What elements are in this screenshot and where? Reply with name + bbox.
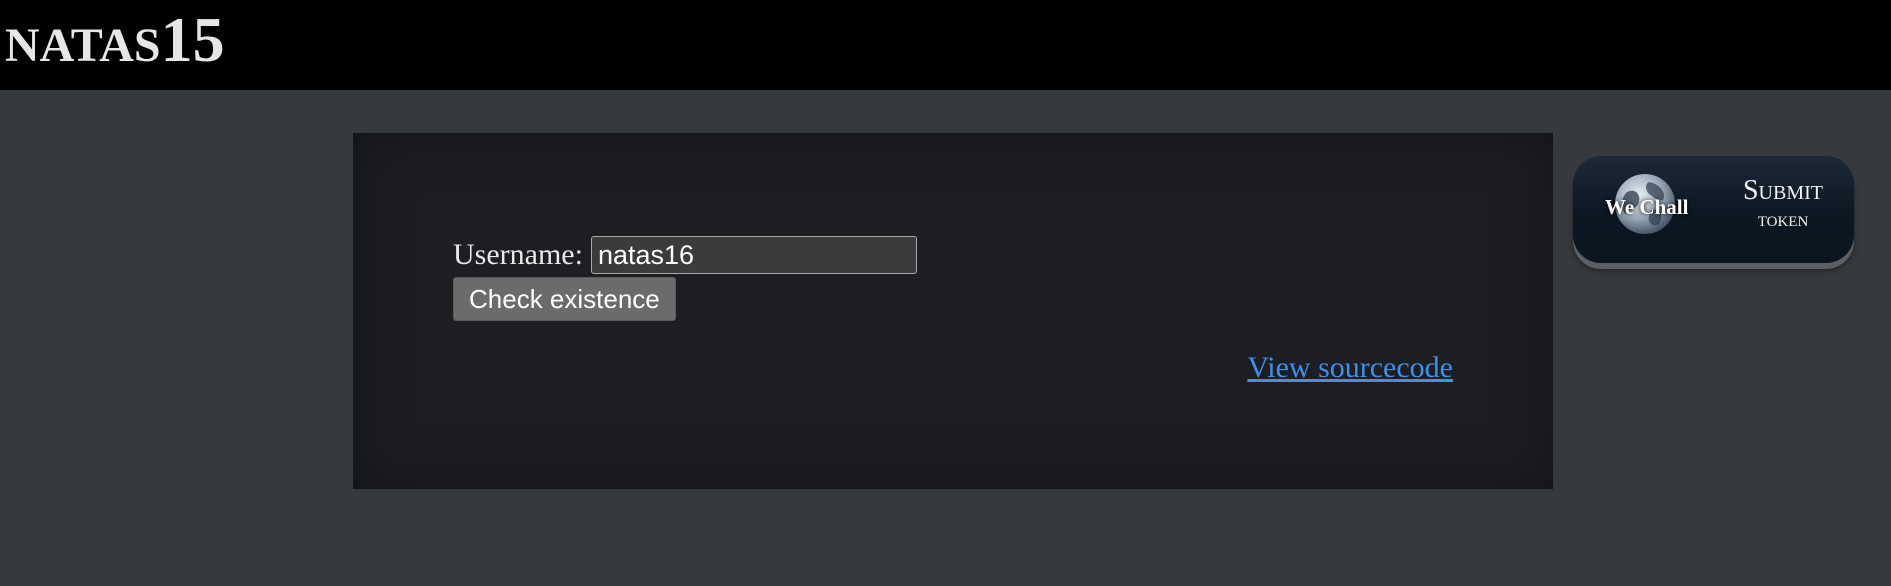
wechall-submit-token-button[interactable]: We Chall Submit token: [1573, 156, 1854, 263]
top-bar: NATAS15: [0, 0, 1891, 90]
submit-token-line1: Submit: [1742, 175, 1823, 206]
username-label: Username:: [453, 238, 583, 271]
view-sourcecode-link[interactable]: View sourcecode: [1247, 351, 1453, 385]
username-row: Username:: [453, 233, 917, 277]
site-title: NATAS15: [5, 8, 225, 72]
submit-token-line2: token: [1757, 205, 1809, 231]
username-input[interactable]: [590, 236, 917, 274]
site-title-number: 15: [160, 4, 225, 75]
content-panel: Username: Check existence View sourcecod…: [353, 133, 1553, 489]
username-form: Username: Check existence: [453, 233, 917, 321]
site-title-prefix: NATAS: [5, 19, 161, 72]
submit-token-text: Submit token: [1723, 175, 1843, 231]
check-existence-button[interactable]: Check existence: [453, 277, 676, 321]
wechall-logo-text: We Chall: [1605, 195, 1689, 219]
